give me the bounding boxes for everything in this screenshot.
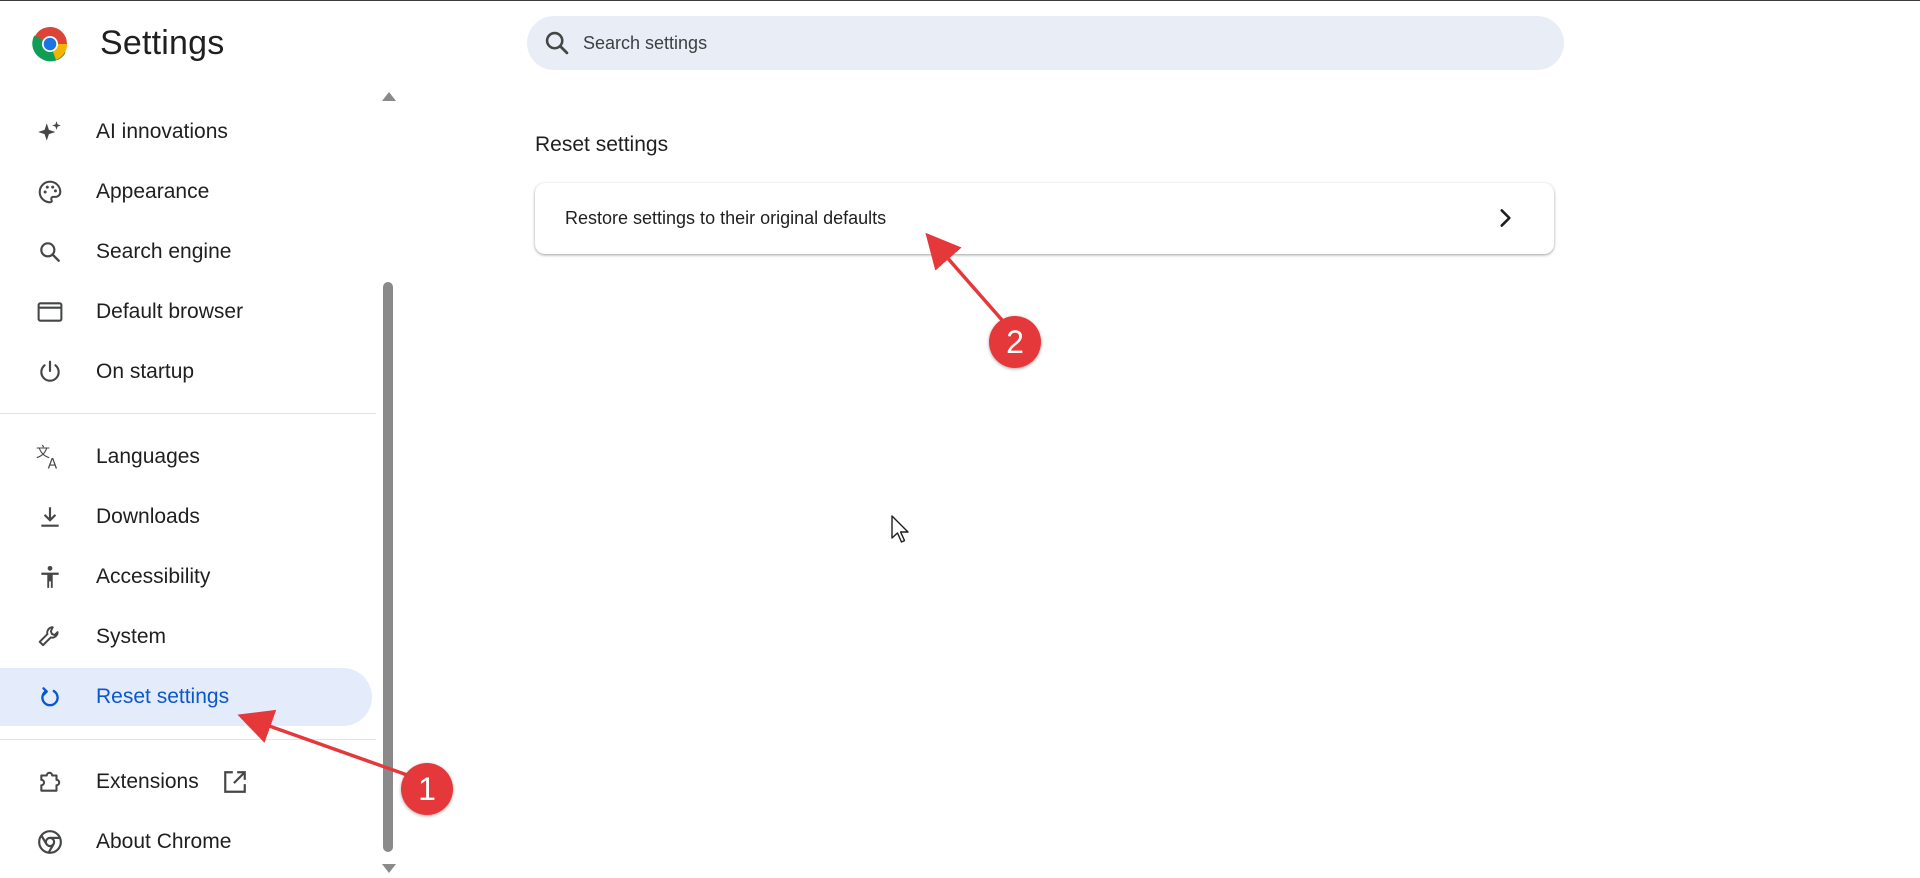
sparkle-icon <box>36 118 64 146</box>
annotation-badge-1: 1 <box>401 763 453 815</box>
sidebar-item-label: System <box>96 625 167 648</box>
extension-puzzle-icon <box>36 768 64 796</box>
search-icon <box>545 31 569 55</box>
search-bar[interactable] <box>527 16 1564 70</box>
external-link-icon <box>224 771 246 793</box>
palette-icon <box>36 178 64 206</box>
sidebar-item-languages[interactable]: 文A Languages <box>0 428 372 486</box>
sidebar-item-label: Downloads <box>96 505 200 528</box>
sidebar-item-extensions[interactable]: Extensions <box>0 753 372 811</box>
sidebar-divider <box>0 739 376 740</box>
sidebar-item-appearance[interactable]: Appearance <box>0 163 372 221</box>
sidebar-item-about-chrome[interactable]: About Chrome <box>0 813 372 871</box>
sidebar-item-label: AI innovations <box>96 120 228 143</box>
window-top-border <box>0 0 1920 1</box>
search-input[interactable] <box>581 31 1485 55</box>
chrome-icon <box>36 828 64 856</box>
restore-defaults-row[interactable]: Restore settings to their original defau… <box>535 183 1554 254</box>
sidebar-item-label: Accessibility <box>96 565 211 588</box>
sidebar-item-search-engine[interactable]: Search engine <box>0 223 372 281</box>
power-icon <box>36 358 64 386</box>
section-title: Reset settings <box>535 133 669 156</box>
accessibility-icon <box>36 563 64 591</box>
sidebar-item-label: Search engine <box>96 240 232 263</box>
sidebar-item-accessibility[interactable]: Accessibility <box>0 548 372 606</box>
sidebar-item-label: Appearance <box>96 180 210 203</box>
wrench-icon <box>36 623 64 651</box>
sidebar-item-reset-settings[interactable]: Reset settings <box>0 668 372 726</box>
sidebar-item-label: Default browser <box>96 300 244 323</box>
sidebar-item-label: Reset settings <box>96 685 230 708</box>
sidebar-item-ai-innovations[interactable]: AI innovations <box>0 103 372 161</box>
sidebar-item-system[interactable]: System <box>0 608 372 666</box>
restore-defaults-label: Restore settings to their original defau… <box>565 208 887 228</box>
svg-text:A: A <box>48 457 58 471</box>
translate-icon: 文A <box>36 443 64 471</box>
download-icon <box>36 503 64 531</box>
mouse-cursor-icon <box>891 515 909 543</box>
sidebar-item-label: On startup <box>96 360 195 383</box>
scroll-down-arrow-icon[interactable] <box>382 864 396 873</box>
page-title: Settings <box>100 24 225 62</box>
scrollbar-thumb[interactable] <box>383 282 393 852</box>
chevron-right-icon <box>1500 209 1511 227</box>
sidebar-item-label: About Chrome <box>96 830 232 853</box>
sidebar-item-default-browser[interactable]: Default browser <box>0 283 372 341</box>
sidebar-item-on-startup[interactable]: On startup <box>0 343 372 401</box>
search-icon <box>36 238 64 266</box>
chrome-logo-icon <box>32 27 67 62</box>
scroll-up-arrow-icon[interactable] <box>382 92 396 101</box>
reset-icon <box>36 683 64 711</box>
sidebar-item-label: Extensions <box>96 770 199 793</box>
sidebar-divider <box>0 413 376 414</box>
annotation-badge-2: 2 <box>989 316 1041 368</box>
sidebar-item-label: Languages <box>96 445 200 468</box>
sidebar-item-downloads[interactable]: Downloads <box>0 488 372 546</box>
browser-window-icon <box>36 298 64 326</box>
